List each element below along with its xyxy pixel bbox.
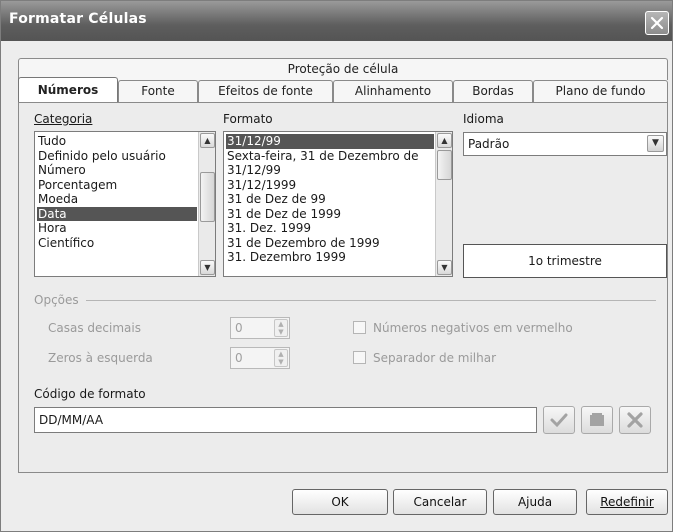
zeros-esquerda-stepper[interactable]: 0 ▲ ▼ xyxy=(230,347,290,369)
spin-arrows-icon[interactable]: ▲ ▼ xyxy=(274,349,288,367)
cancelar-button[interactable]: Cancelar xyxy=(393,489,487,515)
codigo-formato-value: DD/MM/AA xyxy=(39,413,104,427)
list-item[interactable]: 31 de Dez de 99 xyxy=(226,192,434,207)
negativos-label: Números negativos em vermelho xyxy=(373,321,573,335)
scroll-up-icon[interactable]: ▲ xyxy=(200,133,215,148)
formato-label-text: Formato xyxy=(223,112,273,126)
scroll-thumb[interactable] xyxy=(437,150,452,180)
list-item[interactable]: 31 de Dez de 1999 xyxy=(226,207,434,222)
negativos-checkbox[interactable] xyxy=(353,321,366,334)
dialog-title: Formatar Células xyxy=(9,11,147,27)
list-item[interactable]: 31. Dezembro 1999 xyxy=(226,250,434,265)
redefinir-button[interactable]: Redefinir xyxy=(586,489,668,515)
categoria-scrollbar[interactable]: ▲ ▼ xyxy=(198,132,215,276)
categoria-label: Categoria xyxy=(34,112,92,126)
list-item[interactable]: 31 de Dezembro de 1999 xyxy=(226,236,434,251)
casas-decimais-label: Casas decimais xyxy=(48,321,141,335)
idioma-select[interactable]: Padrão ▼ xyxy=(463,132,667,156)
scroll-down-icon[interactable]: ▼ xyxy=(200,260,215,275)
codigo-formato-label: Código de formato xyxy=(34,387,146,401)
list-item[interactable]: Porcentagem xyxy=(37,178,197,193)
tab-alinhamento[interactable]: Alinhamento xyxy=(333,80,453,102)
opcoes-divider xyxy=(86,300,656,301)
comment-icon xyxy=(590,413,604,426)
zeros-esquerda-label: Zeros à esquerda xyxy=(48,351,153,365)
list-item[interactable]: Hora xyxy=(37,221,197,236)
close-button[interactable] xyxy=(645,11,669,35)
list-item-selected[interactable]: 31/12/99 xyxy=(226,134,434,149)
ajuda-button[interactable]: Ajuda xyxy=(493,489,577,515)
formato-label: Formato xyxy=(223,112,273,126)
redefinir-label: Redefinir xyxy=(600,495,654,509)
title-bar[interactable]: Formatar Células xyxy=(1,1,672,41)
tab-row-main: Números Fonte Efeitos de fonte Alinhamen… xyxy=(18,77,668,102)
list-item[interactable]: Número xyxy=(37,163,197,178)
preview-text: 1o trimestre xyxy=(528,254,602,268)
zeros-esquerda-value: 0 xyxy=(235,351,243,365)
spin-arrows-icon[interactable]: ▲ ▼ xyxy=(274,319,288,337)
separador-label: Separador de milhar xyxy=(373,351,497,365)
list-item[interactable]: Moeda xyxy=(37,192,197,207)
close-icon xyxy=(650,16,664,30)
formato-scrollbar[interactable]: ▲ ▼ xyxy=(435,132,452,276)
tab-efeitos-de-fonte[interactable]: Efeitos de fonte xyxy=(198,80,333,102)
scroll-up-icon[interactable]: ▲ xyxy=(437,133,452,148)
idioma-label-text: Idioma xyxy=(463,112,504,126)
list-item[interactable]: Científico xyxy=(37,236,197,251)
tab-fonte[interactable]: Fonte xyxy=(118,80,198,102)
list-item[interactable]: Definido pelo usuário xyxy=(37,149,197,164)
idioma-label: Idioma xyxy=(463,112,504,126)
tab-plano-de-fundo[interactable]: Plano de fundo xyxy=(533,80,668,102)
codigo-formato-input[interactable]: DD/MM/AA xyxy=(34,407,537,433)
categoria-items: Tudo Definido pelo usuário Número Porcen… xyxy=(37,134,197,250)
delete-icon xyxy=(627,412,643,428)
comment-code-button[interactable] xyxy=(581,406,613,434)
list-item[interactable]: 31/12/99 xyxy=(226,163,434,178)
accept-code-button[interactable] xyxy=(543,406,575,434)
delete-code-button[interactable] xyxy=(619,406,651,434)
casas-decimais-value: 0 xyxy=(235,321,243,335)
list-item-selected[interactable]: Data xyxy=(37,206,197,221)
chevron-down-icon[interactable]: ▼ xyxy=(647,135,664,152)
opcoes-label: Opções xyxy=(34,293,79,307)
scroll-down-icon[interactable]: ▼ xyxy=(437,260,452,275)
casas-decimais-stepper[interactable]: 0 ▲ ▼ xyxy=(230,317,290,339)
list-item[interactable]: 31. Dez. 1999 xyxy=(226,221,434,236)
categoria-list[interactable]: Tudo Definido pelo usuário Número Porcen… xyxy=(34,131,216,277)
list-item[interactable]: Sexta-feira, 31 de Dezembro de xyxy=(226,149,434,164)
tab-numeros[interactable]: Números xyxy=(18,77,118,102)
separador-checkbox[interactable] xyxy=(353,351,366,364)
format-cells-dialog: Formatar Células Proteção de célula Núme… xyxy=(0,0,673,532)
formato-list[interactable]: 31/12/99 Sexta-feira, 31 de Dezembro de … xyxy=(223,131,453,277)
scroll-thumb[interactable] xyxy=(200,172,215,222)
checkmark-icon xyxy=(550,413,568,428)
list-item[interactable]: 31/12/1999 xyxy=(226,178,434,193)
ok-button[interactable]: OK xyxy=(292,489,388,515)
categoria-label-text: Categoria xyxy=(34,112,93,126)
formato-items: 31/12/99 Sexta-feira, 31 de Dezembro de … xyxy=(226,134,434,265)
format-preview: 1o trimestre xyxy=(463,244,667,278)
tab-bordas[interactable]: Bordas xyxy=(453,80,533,102)
idioma-value: Padrão xyxy=(468,137,510,151)
list-item[interactable]: Tudo xyxy=(37,134,197,149)
